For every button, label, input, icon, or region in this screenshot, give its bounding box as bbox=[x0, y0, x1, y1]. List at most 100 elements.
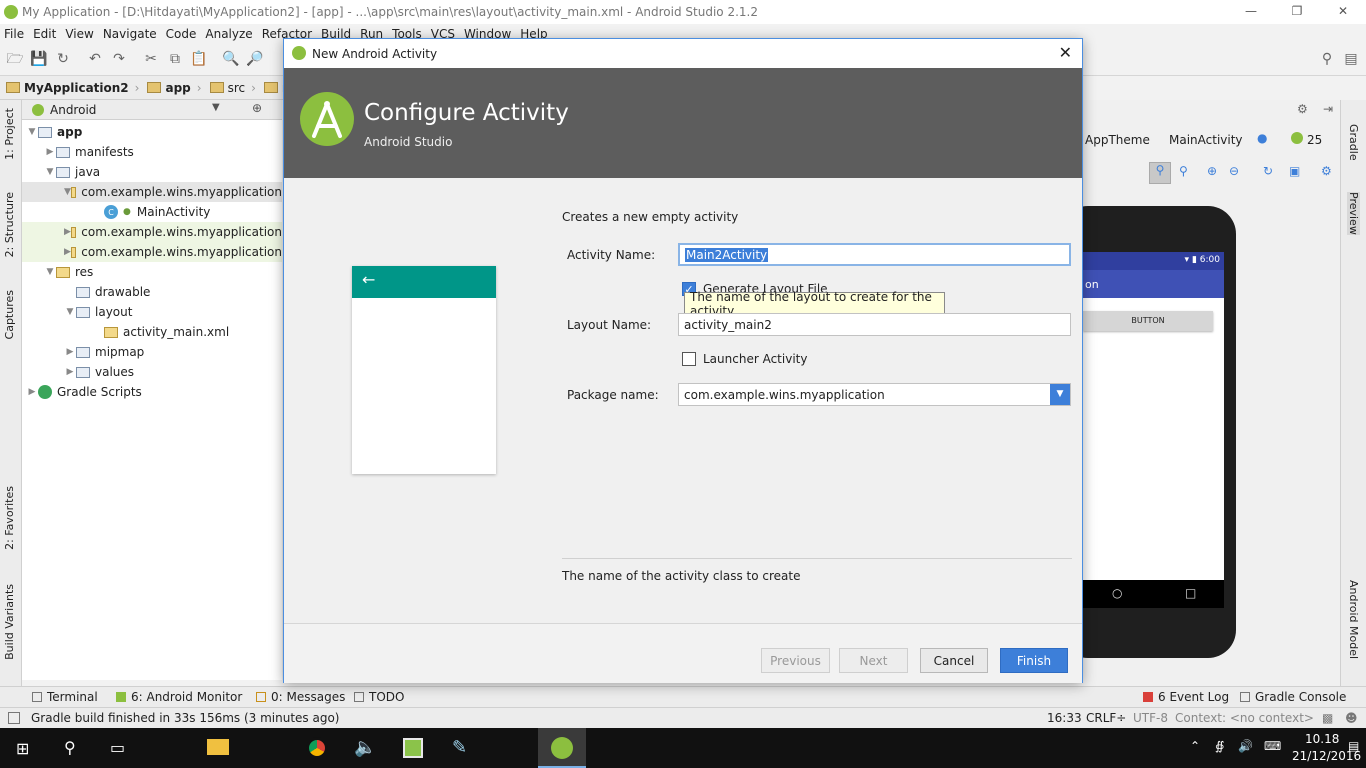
windows-start-icon[interactable]: ⊞ bbox=[16, 739, 29, 758]
tree-item-package-test[interactable]: ▶ com.example.wins.myapplication bbox=[22, 242, 282, 262]
chrome-icon[interactable] bbox=[306, 737, 328, 759]
tab-structure[interactable]: 2: Structure bbox=[3, 192, 16, 257]
expanded-arrow-icon[interactable]: ▼ bbox=[44, 167, 56, 177]
file-encoding[interactable]: UTF-8 bbox=[1133, 711, 1168, 725]
undo-icon[interactable]: ↶ bbox=[86, 50, 104, 68]
tab-preview[interactable]: Preview bbox=[1347, 192, 1360, 235]
close-window-button[interactable]: ✕ bbox=[1320, 0, 1366, 24]
tab-android-monitor[interactable]: 6: Android Monitor bbox=[116, 690, 242, 704]
preview-settings-gear-icon[interactable]: ⚙ bbox=[1321, 164, 1332, 178]
network-icon[interactable]: ∯ bbox=[1215, 739, 1224, 753]
find-icon[interactable]: 🔍 bbox=[222, 50, 240, 68]
activity-selector[interactable]: MainActivity bbox=[1169, 133, 1243, 147]
media-player-icon[interactable]: 🔈 bbox=[354, 737, 376, 758]
tree-item-package-android-test[interactable]: ▶ com.example.wins.myapplication bbox=[22, 222, 282, 242]
tab-build-variants[interactable]: Build Variants bbox=[3, 584, 16, 660]
maximize-button[interactable]: ❐ bbox=[1274, 0, 1320, 24]
zoom-out-icon[interactable]: ⊖ bbox=[1229, 164, 1239, 178]
file-explorer-icon[interactable] bbox=[207, 739, 229, 755]
tab-android-model[interactable]: Android Model bbox=[1347, 580, 1360, 659]
tree-item-res[interactable]: ▼ res bbox=[22, 262, 282, 282]
menu-analyze[interactable]: Analyze bbox=[205, 27, 252, 41]
volume-icon[interactable]: 🔊 bbox=[1238, 739, 1253, 753]
android-studio-taskbar-icon[interactable] bbox=[538, 728, 586, 768]
next-button[interactable]: Next bbox=[839, 648, 908, 673]
cancel-button[interactable]: Cancel bbox=[920, 648, 988, 673]
tab-event-log[interactable]: 6 Event Log bbox=[1143, 690, 1229, 704]
tree-item-layout[interactable]: ▼ layout bbox=[22, 302, 282, 322]
sync-icon[interactable]: ↻ bbox=[54, 50, 72, 68]
tab-messages[interactable]: 0: Messages bbox=[256, 690, 345, 704]
finish-button[interactable]: Finish bbox=[1000, 648, 1068, 673]
menu-code[interactable]: Code bbox=[166, 27, 197, 41]
open-folder-icon[interactable]: 🗁 bbox=[6, 50, 24, 68]
tree-item-mipmap[interactable]: ▶ mipmap bbox=[22, 342, 282, 362]
breadcrumb-src[interactable]: src › bbox=[209, 81, 256, 95]
menu-file[interactable]: File bbox=[4, 27, 24, 41]
expanded-arrow-icon[interactable]: ▼ bbox=[26, 127, 38, 137]
cut-icon[interactable]: ✂ bbox=[142, 50, 160, 68]
theme-selector[interactable]: AppTheme bbox=[1085, 133, 1150, 147]
tree-item-manifests[interactable]: ▶ manifests bbox=[22, 142, 282, 162]
tab-captures[interactable]: Captures bbox=[3, 290, 16, 339]
expanded-arrow-icon[interactable]: ▼ bbox=[64, 307, 76, 317]
screenshot-camera-icon[interactable]: ▣ bbox=[1289, 164, 1300, 178]
inspector-icon[interactable]: ☻ bbox=[1345, 711, 1358, 725]
layout-icon[interactable]: ▤ bbox=[1342, 50, 1360, 68]
tab-favorites[interactable]: 2: Favorites bbox=[3, 486, 16, 550]
search-everywhere-icon[interactable]: ⚲ bbox=[1318, 50, 1336, 68]
show-hidden-icons-icon[interactable]: ⌃ bbox=[1190, 739, 1200, 753]
paint-icon[interactable]: ✎ bbox=[452, 737, 467, 758]
tab-terminal[interactable]: Terminal bbox=[32, 690, 98, 704]
collapsed-arrow-icon[interactable]: ▶ bbox=[44, 147, 56, 157]
toggle-tool-windows-icon[interactable] bbox=[8, 712, 20, 724]
tree-item-values[interactable]: ▶ values bbox=[22, 362, 282, 382]
menu-view[interactable]: View bbox=[65, 27, 93, 41]
package-name-select[interactable]: com.example.wins.myapplication ▼ bbox=[678, 383, 1071, 406]
tree-item-gradle-scripts[interactable]: ▶ Gradle Scripts bbox=[22, 382, 282, 402]
launcher-activity-checkbox[interactable] bbox=[682, 352, 696, 366]
close-dialog-icon[interactable]: ✕ bbox=[1059, 43, 1072, 62]
target-icon[interactable]: ⊕ bbox=[252, 101, 262, 115]
notepad-icon[interactable] bbox=[403, 738, 423, 758]
refresh-icon[interactable]: ↻ bbox=[1263, 164, 1273, 178]
tab-gradle[interactable]: Gradle bbox=[1347, 124, 1360, 161]
breadcrumb-project[interactable]: MyApplication2 › bbox=[6, 81, 139, 95]
zoom-in-icon[interactable]: ⊕ bbox=[1207, 164, 1217, 178]
line-separator[interactable]: CRLF÷ bbox=[1086, 711, 1126, 725]
lock-icon[interactable]: ▩ bbox=[1322, 711, 1333, 725]
zoom-actual-icon[interactable]: ⚲ bbox=[1179, 164, 1188, 178]
tree-item-mainactivity[interactable]: C ● MainActivity bbox=[22, 202, 282, 222]
locale-globe-icon[interactable]: ● bbox=[1257, 131, 1267, 145]
tab-gradle-console[interactable]: Gradle Console bbox=[1240, 690, 1346, 704]
tree-item-package-main[interactable]: ▼ com.example.wins.myapplication bbox=[22, 182, 282, 202]
breadcrumb-app[interactable]: app › bbox=[147, 81, 202, 95]
paste-icon[interactable]: 📋 bbox=[190, 50, 208, 68]
api-level-selector[interactable]: 25 bbox=[1307, 133, 1322, 147]
menu-edit[interactable]: Edit bbox=[33, 27, 56, 41]
activity-name-input[interactable]: Main2Activity bbox=[678, 243, 1071, 266]
search-icon[interactable]: ⚲ bbox=[64, 738, 76, 757]
tree-item-drawable[interactable]: drawable bbox=[22, 282, 282, 302]
previous-button[interactable]: Previous bbox=[761, 648, 830, 673]
project-view-selector[interactable]: Android bbox=[50, 103, 96, 117]
minimize-button[interactable]: — bbox=[1228, 0, 1274, 24]
hide-panel-icon[interactable]: ⇥ bbox=[1323, 102, 1333, 116]
launcher-activity-checkbox-row[interactable]: Launcher Activity bbox=[682, 352, 807, 366]
expanded-arrow-icon[interactable]: ▼ bbox=[44, 267, 56, 277]
collapsed-arrow-icon[interactable]: ▶ bbox=[26, 387, 38, 397]
tree-item-java[interactable]: ▼ java bbox=[22, 162, 282, 182]
tab-todo[interactable]: TODO bbox=[354, 690, 404, 704]
copy-icon[interactable]: ⧉ bbox=[166, 50, 184, 68]
action-center-icon[interactable]: ▤ bbox=[1348, 739, 1359, 753]
context-indicator[interactable]: Context: <no context> bbox=[1175, 711, 1314, 725]
layout-name-input[interactable]: activity_main2 bbox=[678, 313, 1071, 336]
keyboard-icon[interactable]: ⌨ bbox=[1264, 739, 1281, 753]
tree-item-activity-main-xml[interactable]: activity_main.xml bbox=[22, 322, 282, 342]
collapsed-arrow-icon[interactable]: ▶ bbox=[64, 347, 76, 357]
redo-icon[interactable]: ↷ bbox=[110, 50, 128, 68]
menu-navigate[interactable]: Navigate bbox=[103, 27, 157, 41]
cursor-position[interactable]: 16:33 bbox=[1047, 711, 1082, 725]
tree-item-app[interactable]: ▼ app bbox=[22, 122, 282, 142]
replace-icon[interactable]: 🔎 bbox=[246, 50, 264, 68]
